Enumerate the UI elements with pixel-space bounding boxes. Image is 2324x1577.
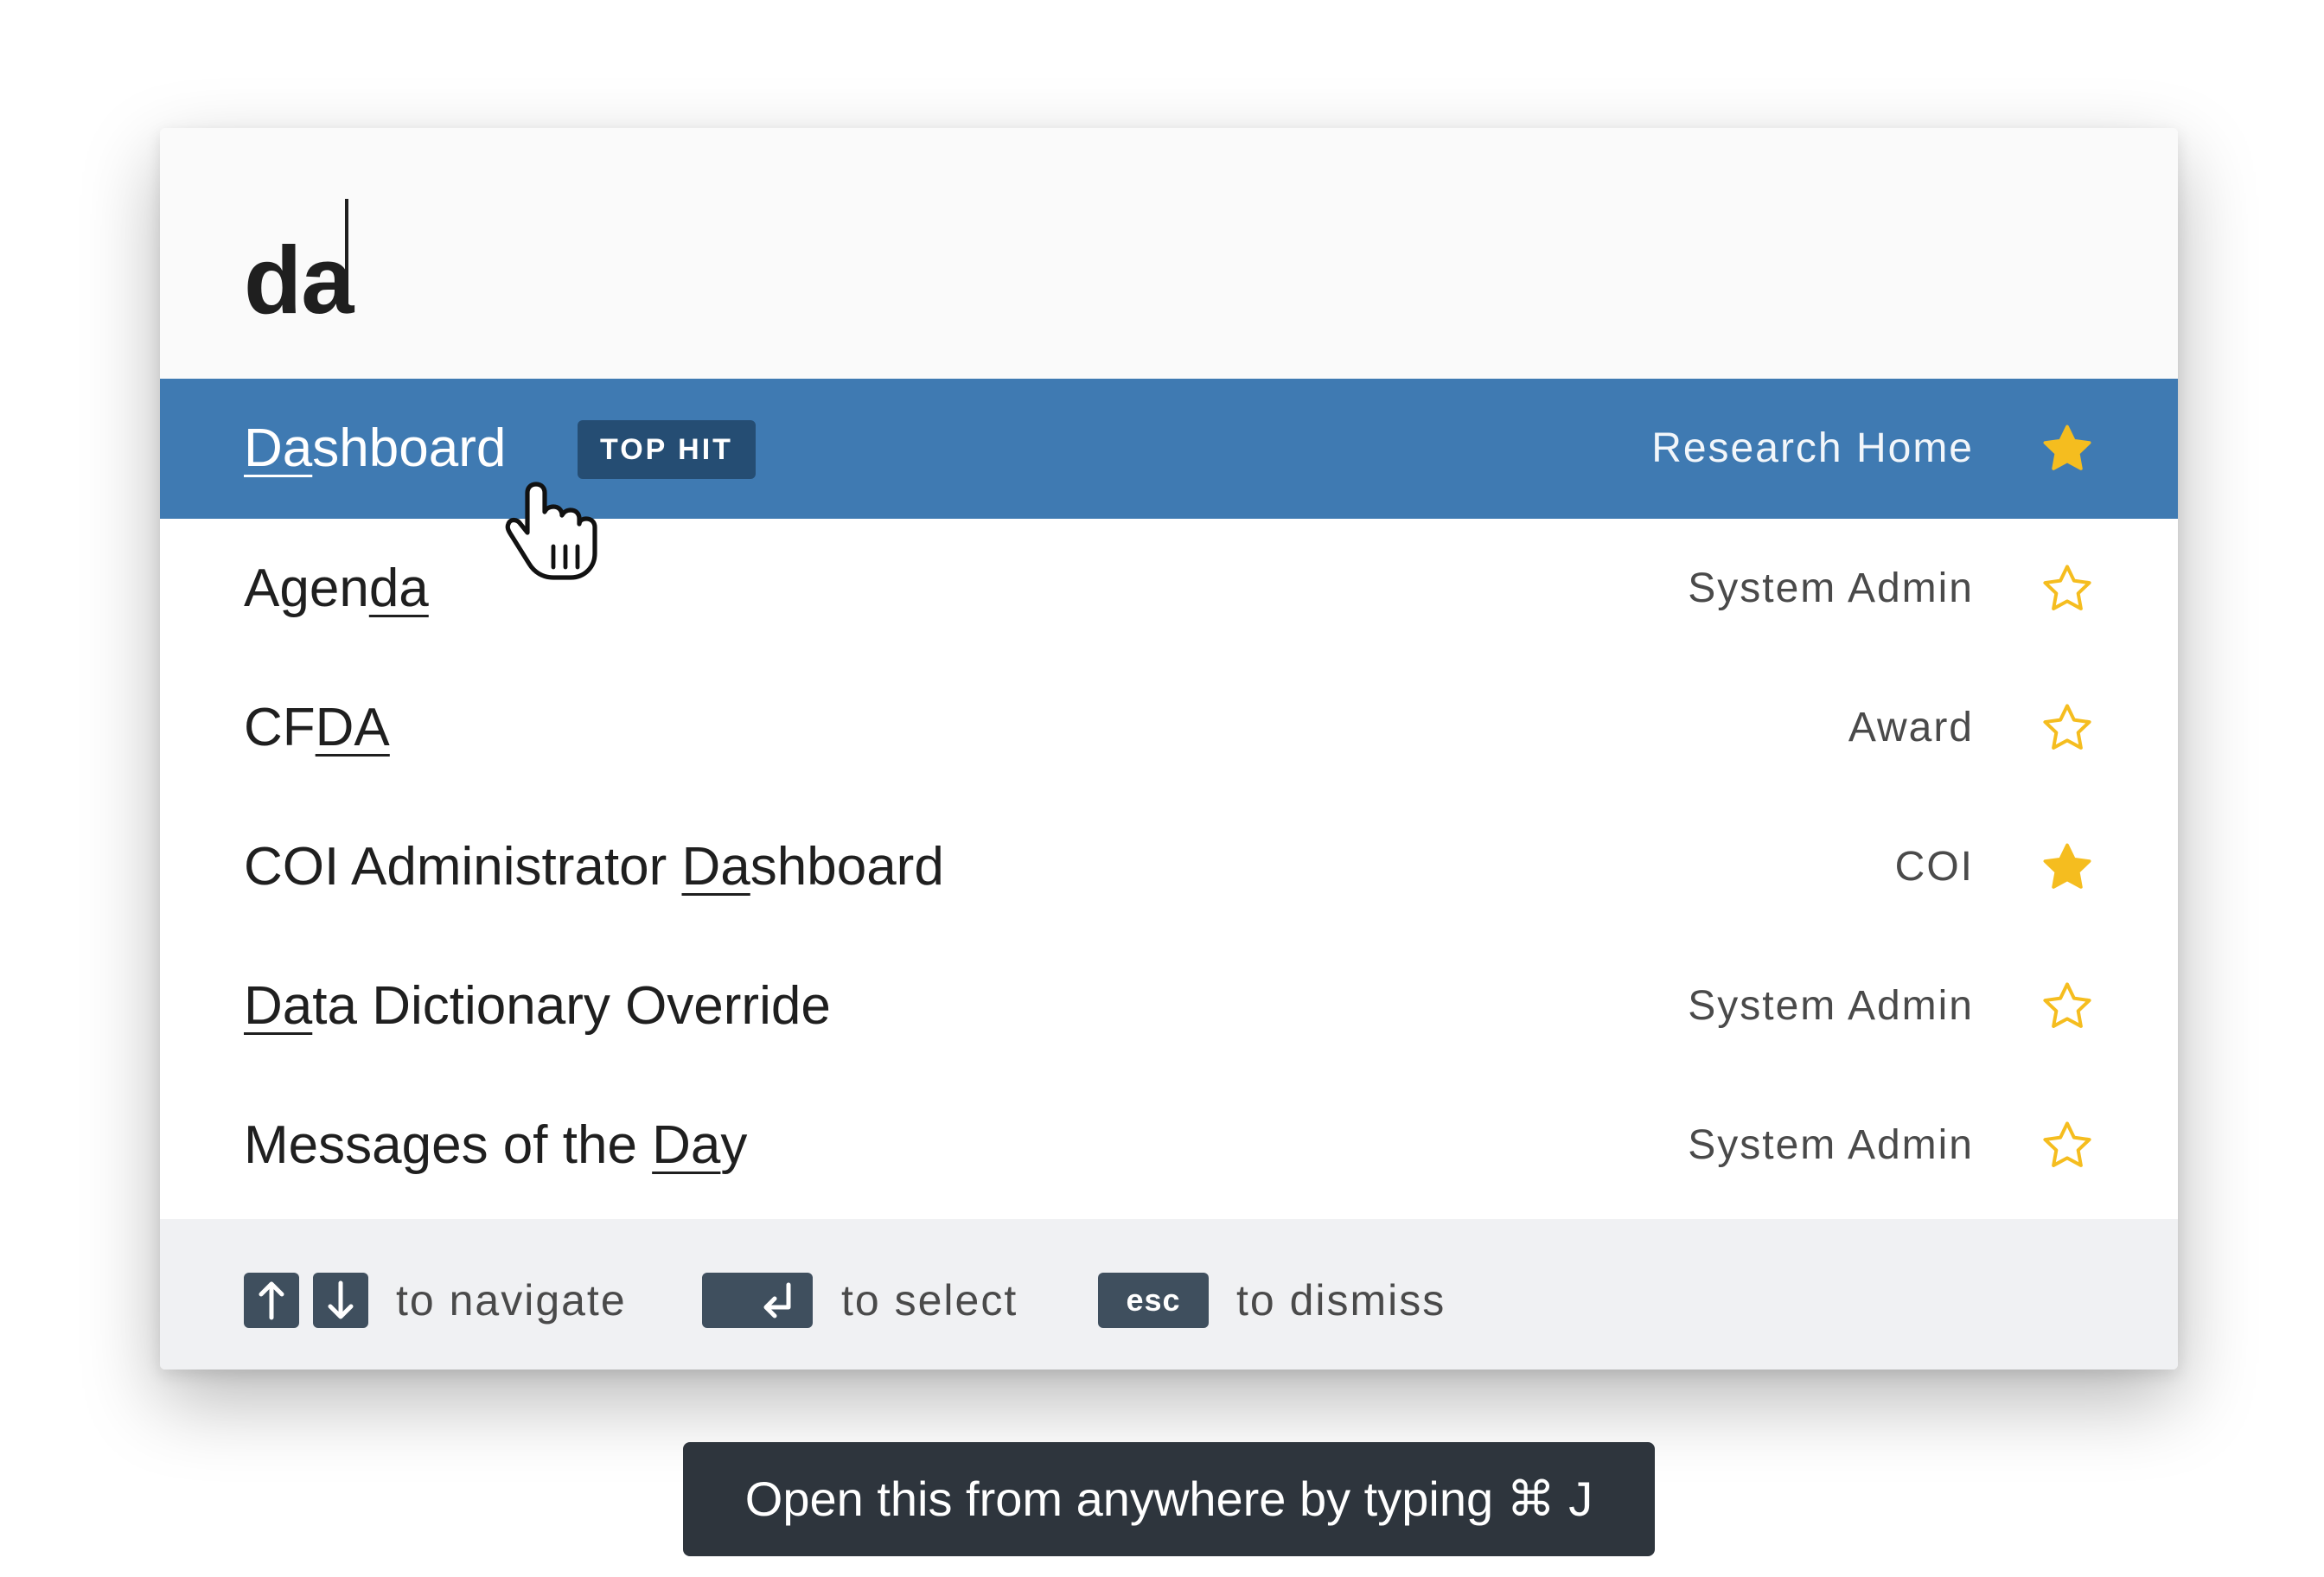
result-label: Messages of the Day bbox=[244, 1114, 748, 1175]
match-highlight: Da bbox=[244, 975, 313, 1036]
result-row-coi-dashboard[interactable]: COI Administrator Dashboard COI bbox=[160, 797, 2178, 936]
result-label: Agenda bbox=[244, 558, 429, 618]
result-category: System Admin bbox=[1688, 1121, 1974, 1168]
navigate-hint: to navigate bbox=[396, 1276, 627, 1325]
arrow-down-icon bbox=[328, 1280, 354, 1319]
text-caret bbox=[345, 199, 348, 310]
keyboard-hints: to navigate to select esc to dismiss bbox=[160, 1219, 2178, 1370]
esc-key: esc bbox=[1098, 1273, 1209, 1328]
top-hit-badge: TOP HIT bbox=[578, 420, 756, 479]
match-highlight: Da bbox=[681, 836, 750, 897]
star-outline-icon[interactable] bbox=[2040, 979, 2095, 1034]
star-filled-icon[interactable] bbox=[2040, 421, 2095, 476]
result-label: CFDA bbox=[244, 697, 390, 757]
result-row-messages-of-the-day[interactable]: Messages of the Day System Admin bbox=[160, 1076, 2178, 1215]
result-category: Award bbox=[1848, 704, 1974, 750]
select-hint: to select bbox=[841, 1276, 1018, 1325]
result-row-agenda[interactable]: Agenda System Admin bbox=[160, 519, 2178, 658]
result-category: COI bbox=[1894, 843, 1974, 890]
match-highlight: Da bbox=[244, 418, 313, 478]
result-category: Research Home bbox=[1651, 425, 1974, 471]
command-palette: da Dashboard TOP HIT Research Home Agend… bbox=[160, 128, 2178, 1370]
result-category: System Admin bbox=[1688, 982, 1974, 1029]
result-label: COI Administrator Dashboard bbox=[244, 836, 944, 897]
match-highlight: DA bbox=[315, 697, 390, 757]
result-label: Dashboard bbox=[244, 418, 507, 478]
dismiss-hint: to dismiss bbox=[1236, 1276, 1446, 1325]
star-outline-icon[interactable] bbox=[2040, 1118, 2095, 1173]
arrow-down-key bbox=[313, 1273, 368, 1328]
match-highlight: Da bbox=[652, 1114, 721, 1175]
match-highlight: da bbox=[368, 558, 429, 618]
result-row-cfda[interactable]: CFDA Award bbox=[160, 658, 2178, 797]
star-outline-icon[interactable] bbox=[2040, 561, 2095, 616]
result-row-dashboard[interactable]: Dashboard TOP HIT Research Home bbox=[160, 379, 2178, 519]
result-label: Data Dictionary Override bbox=[244, 975, 831, 1036]
search-query[interactable]: da bbox=[244, 233, 354, 329]
arrow-up-key bbox=[244, 1273, 299, 1328]
search-field[interactable]: da bbox=[160, 128, 2178, 379]
esc-key-label: esc bbox=[1126, 1282, 1181, 1318]
enter-key bbox=[702, 1273, 813, 1328]
star-outline-icon[interactable] bbox=[2040, 700, 2095, 756]
result-category: System Admin bbox=[1688, 565, 1974, 611]
result-row-data-dictionary-override[interactable]: Data Dictionary Override System Admin bbox=[160, 936, 2178, 1076]
shortcut-tooltip: Open this from anywhere by typing ⌘ J bbox=[683, 1442, 1655, 1556]
star-filled-icon[interactable] bbox=[2040, 840, 2095, 895]
enter-icon bbox=[763, 1282, 791, 1318]
results-list: Dashboard TOP HIT Research Home Agenda S… bbox=[160, 379, 2178, 1219]
hand-pointer-icon bbox=[505, 482, 597, 580]
arrow-up-icon bbox=[259, 1281, 284, 1320]
